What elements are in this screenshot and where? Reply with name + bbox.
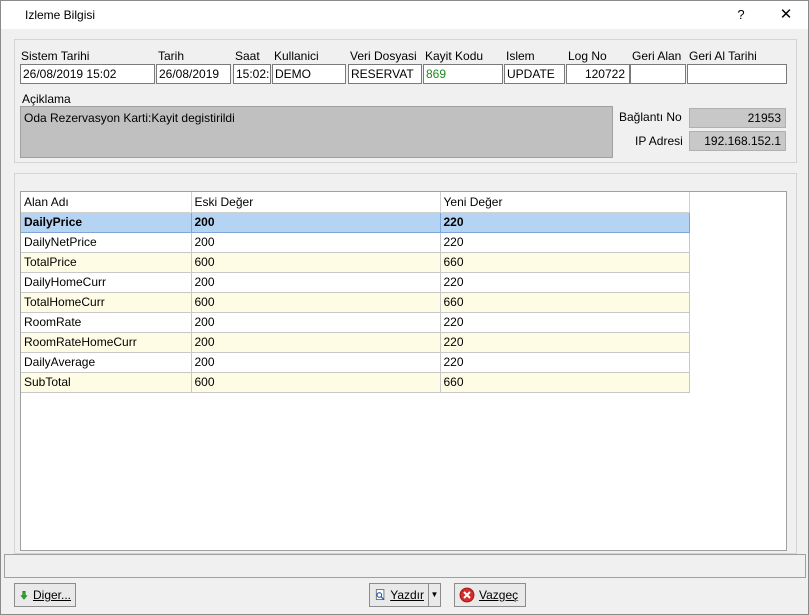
- table-row[interactable]: RoomRate 200 220: [21, 312, 690, 333]
- table-row[interactable]: SubTotal 600 660: [21, 372, 690, 393]
- cell-yeni-deger: 220: [440, 312, 690, 333]
- table-row[interactable]: DailyAverage 200 220: [21, 352, 690, 373]
- changes-grid[interactable]: Alan Adı Eski Değer Yeni Değer DailyPric…: [20, 191, 787, 551]
- cell-alan-adi: RoomRate: [21, 312, 192, 333]
- column-header-yeni-deger[interactable]: Yeni Değer: [440, 192, 690, 213]
- title-bar: Izleme Bilgisi ? ✕: [1, 1, 808, 29]
- cell-yeni-deger: 220: [440, 332, 690, 353]
- baglanti-no-label: Bağlantı No: [619, 110, 682, 124]
- table-row[interactable]: TotalPrice 600 660: [21, 252, 690, 273]
- cell-yeni-deger: 660: [440, 372, 690, 393]
- cancel-icon: [459, 587, 475, 603]
- baglanti-no-field[interactable]: 21953: [689, 108, 786, 128]
- islem-label: Islem: [506, 49, 535, 63]
- kullanici-label: Kullanici: [274, 49, 319, 63]
- cell-alan-adi: DailyNetPrice: [21, 232, 192, 253]
- vazgec-button-label: Vazgeç: [479, 588, 519, 602]
- cell-yeni-deger: 660: [440, 252, 690, 273]
- cell-eski-deger: 600: [191, 292, 441, 313]
- cell-yeni-deger: 220: [440, 272, 690, 293]
- vazgec-button[interactable]: Vazgeç: [454, 583, 526, 607]
- chevron-down-icon: ▼: [430, 590, 439, 599]
- diger-button-label: Diger...: [32, 588, 71, 602]
- cell-eski-deger: 600: [191, 372, 441, 393]
- cell-yeni-deger: 660: [440, 292, 690, 313]
- saat-field[interactable]: 15:02:: [233, 64, 271, 84]
- window-title: Izleme Bilgisi: [25, 8, 96, 22]
- veri-dosyasi-label: Veri Dosyasi: [350, 49, 417, 63]
- geri-al-tarihi-field[interactable]: [687, 64, 787, 84]
- veri-dosyasi-field[interactable]: RESERVAT: [348, 64, 422, 84]
- sistem-tarihi-field[interactable]: 26/08/2019 15:02: [20, 64, 155, 84]
- cell-eski-deger: 200: [191, 332, 441, 353]
- print-preview-icon: [375, 589, 385, 601]
- table-row[interactable]: DailyHomeCurr 200 220: [21, 272, 690, 293]
- help-button[interactable]: ?: [729, 3, 753, 27]
- cell-alan-adi: DailyPrice: [21, 212, 192, 233]
- sistem-tarihi-label: Sistem Tarihi: [21, 49, 90, 63]
- column-header-eski-deger[interactable]: Eski Değer: [191, 192, 441, 213]
- aciklama-field[interactable]: Oda Rezervasyon Karti:Kayit degistirildi: [20, 106, 613, 158]
- close-button[interactable]: ✕: [771, 3, 801, 27]
- aciklama-label: Açiklama: [22, 92, 71, 106]
- table-row[interactable]: RoomRateHomeCurr 200 220: [21, 332, 690, 353]
- table-row[interactable]: DailyNetPrice 200 220: [21, 232, 690, 253]
- cell-eski-deger: 200: [191, 212, 441, 233]
- cell-alan-adi: RoomRateHomeCurr: [21, 332, 192, 353]
- geri-alan-label: Geri Alan: [632, 49, 682, 63]
- geri-al-tarihi-label: Geri Al Tarihi: [689, 49, 757, 63]
- cell-eski-deger: 200: [191, 232, 441, 253]
- kayit-kodu-field[interactable]: 869: [423, 64, 503, 84]
- izleme-bilgisi-dialog: Izleme Bilgisi ? ✕ Sistem Tarihi Tarih S…: [0, 0, 809, 615]
- cell-eski-deger: 200: [191, 352, 441, 373]
- arrow-down-icon: [20, 591, 28, 600]
- cell-alan-adi: DailyHomeCurr: [21, 272, 192, 293]
- tarih-field[interactable]: 26/08/2019: [156, 64, 231, 84]
- cell-yeni-deger: 220: [440, 232, 690, 253]
- table-header-row: Alan Adı Eski Değer Yeni Değer: [21, 192, 690, 213]
- cell-eski-deger: 200: [191, 312, 441, 333]
- cell-eski-deger: 600: [191, 252, 441, 273]
- ip-adresi-field[interactable]: 192.168.152.1: [689, 131, 786, 151]
- cell-yeni-deger: 220: [440, 352, 690, 373]
- yazdir-button[interactable]: Yazdır: [369, 583, 429, 607]
- cell-yeni-deger: 220: [440, 212, 690, 233]
- saat-label: Saat: [235, 49, 260, 63]
- islem-field[interactable]: UPDATE: [504, 64, 565, 84]
- cell-eski-deger: 200: [191, 272, 441, 293]
- tarih-label: Tarih: [158, 49, 185, 63]
- yazdir-button-label: Yazdır: [390, 588, 424, 602]
- geri-alan-field[interactable]: [630, 64, 686, 84]
- yazdir-dropdown-button[interactable]: ▼: [428, 583, 441, 607]
- kullanici-field[interactable]: DEMO: [272, 64, 346, 84]
- diger-button[interactable]: Diger...: [14, 583, 76, 607]
- cell-alan-adi: TotalHomeCurr: [21, 292, 192, 313]
- ip-adresi-label: IP Adresi: [635, 134, 683, 148]
- kayit-kodu-label: Kayit Kodu: [425, 49, 484, 63]
- cell-alan-adi: DailyAverage: [21, 352, 192, 373]
- status-bar: [4, 554, 806, 578]
- column-header-alan-adi[interactable]: Alan Adı: [21, 192, 192, 213]
- log-no-label: Log No: [568, 49, 607, 63]
- cell-alan-adi: TotalPrice: [21, 252, 192, 273]
- changes-table: Alan Adı Eski Değer Yeni Değer DailyPric…: [21, 192, 690, 393]
- table-row[interactable]: DailyPrice 200 220: [21, 212, 690, 233]
- table-row[interactable]: TotalHomeCurr 600 660: [21, 292, 690, 313]
- cell-alan-adi: SubTotal: [21, 372, 192, 393]
- log-no-field[interactable]: 120722: [566, 64, 630, 84]
